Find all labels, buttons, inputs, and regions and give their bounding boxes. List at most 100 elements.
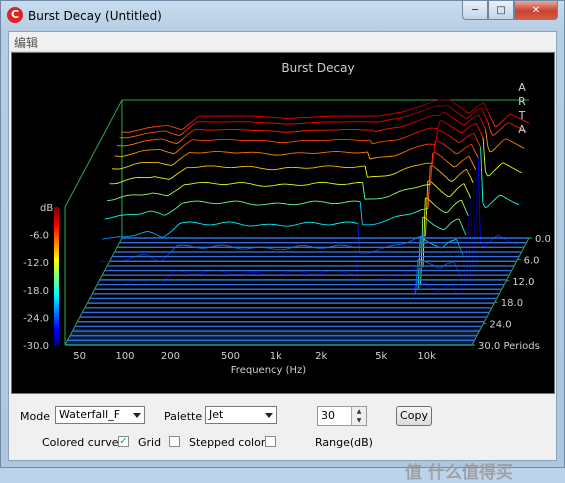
checkmark-icon: ✓ (119, 436, 127, 447)
decay-curve-segment (488, 175, 490, 176)
decay-curve-segment (418, 120, 420, 121)
decay-curve-segment (451, 137, 453, 139)
window-title: Burst Decay (Untitled) (28, 9, 162, 23)
decay-curve-segment (452, 221, 454, 222)
decay-curve-segment (182, 203, 184, 204)
decay-curve-segment (478, 143, 480, 148)
decay-curve-segment (476, 153, 478, 158)
decay-curve-segment (419, 210, 421, 211)
decay-curve-segment (360, 202, 362, 225)
decay-curve-segment (392, 174, 394, 175)
decay-curve-segment (459, 185, 461, 187)
spin-down-icon[interactable]: ▼ (352, 416, 366, 425)
decay-curve-segment (474, 116, 476, 117)
decay-curve-segment (171, 153, 173, 154)
decay-curve-segment (152, 211, 154, 212)
decay-curve-segment (501, 195, 503, 196)
range-spinbox[interactable]: 30 ▲ ▼ (317, 406, 367, 426)
decay-curve-segment (305, 273, 307, 274)
grid-label: Grid (138, 436, 161, 449)
decay-curve-segment (395, 173, 397, 174)
decay-curve-segment (469, 193, 471, 198)
minimize-button[interactable]: ─ (462, 1, 488, 20)
decay-curve-segment (417, 211, 419, 212)
decay-curve-segment (243, 202, 245, 203)
decay-curve-segment (434, 205, 436, 207)
mode-select[interactable]: Waterfall_F (55, 406, 145, 424)
decay-curve-segment (464, 158, 466, 160)
decay-curve-segment (135, 143, 137, 144)
decay-curve-segment (457, 201, 459, 203)
decay-curve-segment (510, 200, 512, 201)
decay-curve-segment (118, 197, 120, 198)
decay-curve-segment (444, 145, 446, 147)
decay-curve-segment (485, 171, 487, 176)
decay-curve-segment (411, 123, 413, 124)
maximize-button[interactable]: □ (488, 1, 514, 20)
decay-curve-segment (415, 187, 417, 188)
decay-curve-segment (517, 145, 519, 146)
close-button[interactable]: ✕ (514, 1, 558, 20)
decay-curve-segment (130, 165, 132, 166)
decay-curve-segment (192, 120, 194, 122)
decay-curve-segment (490, 202, 492, 204)
decay-curve-segment (462, 159, 464, 161)
top-depth-edge (65, 100, 122, 207)
decay-curve-segment (204, 272, 206, 273)
palette-select[interactable]: Jet (205, 406, 277, 424)
decay-curve-segment (454, 139, 456, 141)
decay-curve-segment (303, 272, 305, 273)
decay-curve-segment (445, 243, 447, 245)
decay-curve-segment (499, 142, 501, 144)
decay-curve-segment (472, 124, 474, 125)
decay-curve-segment (260, 273, 262, 274)
decay-curve-segment (431, 153, 433, 184)
decay-curve-segment (402, 138, 404, 139)
decay-curve-segment (479, 115, 481, 120)
spin-up-icon[interactable]: ▲ (352, 407, 366, 416)
decay-curve-segment (132, 164, 134, 165)
decay-curve-segment (435, 167, 437, 169)
brand-letter: A (518, 81, 526, 94)
decay-curve-segment (443, 212, 445, 213)
decay-curve-segment (506, 123, 508, 124)
stepped-colors-label: Stepped colors (189, 436, 271, 449)
decay-curve-segment (508, 123, 510, 124)
decay-curve-segment (142, 280, 144, 281)
decay-curve-segment (402, 117, 404, 118)
decay-curve-segment (131, 144, 133, 145)
decay-curve-segment (127, 282, 129, 283)
decay-curve-segment (431, 287, 433, 289)
decay-curve-segment (443, 105, 445, 106)
decay-curve-segment (156, 235, 158, 236)
decay-curve-segment (458, 163, 460, 165)
decay-curve-segment (517, 170, 519, 171)
decay-curve-segment (297, 224, 299, 225)
menu-edit[interactable]: 编辑 (14, 34, 38, 51)
decay-curve-segment (177, 172, 179, 174)
y-tick-label: -30.0 (23, 341, 49, 352)
decay-curve-segment (442, 132, 444, 133)
decay-curve-segment (181, 133, 183, 135)
copy-button[interactable]: Copy (396, 406, 432, 426)
colored-curves-checkbox[interactable]: ✓ (118, 436, 129, 447)
decay-curve-segment (308, 184, 310, 185)
title-bar[interactable]: C Burst Decay (Untitled) ─ □ ✕ (1, 1, 564, 31)
decay-curve-segment (475, 110, 477, 112)
decay-curve-segment (409, 135, 411, 136)
decay-curve-segment (430, 201, 432, 203)
range-spin-buttons[interactable]: ▲ ▼ (351, 407, 366, 425)
grid-checkbox[interactable] (169, 436, 180, 447)
decay-curve-segment (164, 164, 166, 165)
decay-curve-segment (142, 141, 144, 142)
decay-curve-segment (457, 105, 459, 107)
decay-curve-segment (185, 135, 187, 137)
decay-curve-segment (466, 188, 468, 193)
decay-curve-segment (468, 120, 470, 122)
decay-curve-segment (387, 219, 389, 220)
decay-curve-segment (465, 137, 467, 139)
y-tick-label: -18.0 (23, 286, 49, 297)
decay-curve-segment (378, 223, 380, 224)
stepped-colors-checkbox[interactable] (265, 436, 276, 447)
decay-curve-segment (233, 222, 235, 223)
